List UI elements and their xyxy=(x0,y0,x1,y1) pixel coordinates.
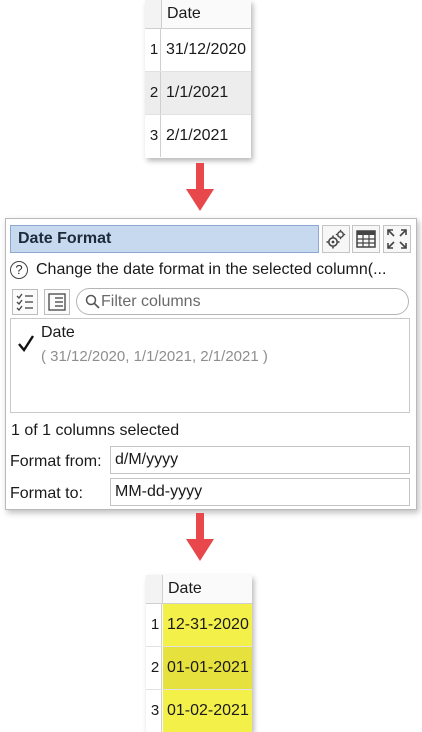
row-number: 3 xyxy=(145,115,161,157)
row-number: 2 xyxy=(146,647,162,689)
down-arrow-icon xyxy=(186,163,214,211)
selected-count: 1 of 1 columns selected xyxy=(11,422,180,439)
format-to-label: Format to: xyxy=(10,485,83,502)
row-number: 3 xyxy=(146,690,162,732)
table-row[interactable]: 3 2/1/2021 xyxy=(145,115,251,157)
date-cell[interactable]: 1/1/2021 xyxy=(162,72,251,114)
date-format-panel: Date Format ? Change the date format in … xyxy=(5,218,417,510)
row-number: 1 xyxy=(145,29,161,71)
column-list: Date ( 31/12/2020, 1/1/2021, 2/1/2021 ) xyxy=(10,318,410,413)
column-header-date[interactable]: Date xyxy=(167,5,201,23)
select-all-button[interactable] xyxy=(12,289,38,315)
column-header-date[interactable]: Date xyxy=(168,580,202,598)
filter-columns-field[interactable] xyxy=(76,288,409,315)
down-arrow-icon xyxy=(186,513,214,561)
row-number-gutter xyxy=(145,0,162,28)
checkmark-icon[interactable] xyxy=(17,334,35,352)
table-row[interactable]: 3 01-02-2021 xyxy=(146,690,252,732)
search-icon xyxy=(85,294,100,309)
panel-title: Date Format xyxy=(18,230,112,247)
table-row[interactable]: 2 1/1/2021 xyxy=(145,72,251,115)
maximize-icon xyxy=(387,229,407,249)
column-name: Date xyxy=(41,324,75,341)
options-button[interactable] xyxy=(322,225,350,253)
date-cell[interactable]: 01-01-2021 xyxy=(163,647,252,689)
date-cell[interactable]: 31/12/2020 xyxy=(162,29,251,71)
output-data-table: Date 1 12-31-2020 2 01-01-2021 3 01-02-2… xyxy=(146,575,252,732)
table-icon xyxy=(356,230,376,248)
deselect-all-icon xyxy=(48,293,66,311)
row-number: 1 xyxy=(146,604,162,646)
help-icon[interactable]: ? xyxy=(10,261,28,279)
date-cell[interactable]: 2/1/2021 xyxy=(162,115,251,157)
format-to-field[interactable]: MM-dd-yyyy xyxy=(110,478,410,506)
help-row: ? Change the date format in the selected… xyxy=(10,260,414,282)
format-from-label: Format from: xyxy=(10,453,102,470)
column-sample-values: ( 31/12/2020, 1/1/2021, 2/1/2021 ) xyxy=(41,348,268,365)
format-from-field[interactable]: d/M/yyyy xyxy=(110,446,410,474)
deselect-all-button[interactable] xyxy=(44,289,70,315)
table-row[interactable]: 1 12-31-2020 xyxy=(146,604,252,647)
panel-title-bar[interactable]: Date Format xyxy=(10,225,319,253)
date-cell[interactable]: 12-31-2020 xyxy=(163,604,252,646)
table-row[interactable]: 1 31/12/2020 xyxy=(145,29,251,72)
filter-columns-input[interactable] xyxy=(101,292,401,311)
gears-icon xyxy=(326,229,346,249)
table-header: Date xyxy=(146,575,252,604)
row-number-gutter xyxy=(146,575,163,603)
row-number: 2 xyxy=(145,72,161,114)
preview-table-button[interactable] xyxy=(352,225,380,253)
date-cell[interactable]: 01-02-2021 xyxy=(163,690,252,732)
table-row[interactable]: 2 01-01-2021 xyxy=(146,647,252,690)
select-all-icon xyxy=(16,293,33,311)
help-description: Change the date format in the selected c… xyxy=(36,261,387,278)
table-header: Date xyxy=(145,0,251,29)
input-data-table: Date 1 31/12/2020 2 1/1/2021 3 2/1/2021 xyxy=(145,0,251,158)
maximize-button[interactable] xyxy=(383,225,411,253)
